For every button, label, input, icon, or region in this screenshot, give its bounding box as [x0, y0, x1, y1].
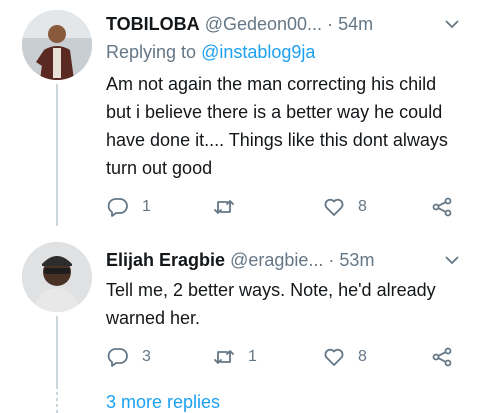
- tweet-actions: 1 8: [106, 194, 466, 220]
- retweet-count: 1: [248, 348, 257, 365]
- like-count: 8: [358, 348, 367, 365]
- thread-line: [56, 84, 58, 226]
- display-name[interactable]: TOBILOBA: [106, 14, 200, 34]
- thread-line: [56, 316, 58, 386]
- share-button[interactable]: [430, 344, 454, 370]
- replying-to-mention[interactable]: @instablog9ja: [201, 42, 315, 62]
- reply-icon: [107, 198, 128, 217]
- tweet-text: Tell me, 2 better ways. Note, he'd alrea…: [106, 280, 436, 328]
- chevron-down-icon[interactable]: [444, 16, 460, 32]
- share-icon: [432, 197, 452, 217]
- retweet-icon: [214, 200, 234, 214]
- user-handle[interactable]: @eragbie...: [230, 250, 323, 270]
- share-button[interactable]: [430, 194, 454, 220]
- separator: ·: [328, 250, 335, 270]
- replying-to: Replying to @instablog9ja: [106, 40, 315, 64]
- more-replies-link[interactable]: 3 more replies: [106, 392, 220, 413]
- reply-icon: [107, 348, 128, 367]
- reply-button[interactable]: 1: [106, 194, 151, 220]
- tweet-actions: 3 1 8: [106, 344, 466, 370]
- avatar[interactable]: [22, 10, 92, 80]
- heart-icon: [324, 348, 344, 366]
- like-button[interactable]: 8: [322, 194, 367, 220]
- thread-dotted-line: [56, 386, 58, 413]
- heart-icon: [324, 198, 344, 216]
- tweet-text: Am not again the man correcting his chil…: [106, 74, 448, 178]
- tweet[interactable]: Elijah Eragbie @eragbie... · 53m Tell me…: [0, 226, 480, 386]
- reply-count: 3: [142, 348, 151, 365]
- reply-count: 1: [142, 198, 151, 215]
- user-handle[interactable]: @Gedeon00...: [205, 14, 322, 34]
- like-button[interactable]: 8: [322, 344, 367, 370]
- timestamp[interactable]: 53m: [339, 250, 374, 270]
- display-name[interactable]: Elijah Eragbie: [106, 250, 225, 270]
- separator: ·: [327, 14, 334, 34]
- retweet-button[interactable]: 1: [212, 344, 257, 370]
- retweet-icon: [214, 350, 234, 364]
- chevron-down-icon[interactable]: [444, 252, 460, 268]
- reply-button[interactable]: 3: [106, 344, 151, 370]
- tweet-header: TOBILOBA @Gedeon00... · 54m: [106, 12, 466, 36]
- replying-to-label: Replying to: [106, 42, 197, 62]
- timestamp[interactable]: 54m: [338, 14, 373, 34]
- share-icon: [432, 347, 452, 367]
- tweet[interactable]: TOBILOBA @Gedeon00... · 54m Replying to …: [0, 0, 480, 226]
- tweet-header: Elijah Eragbie @eragbie... · 53m: [106, 248, 466, 272]
- avatar[interactable]: [22, 242, 92, 312]
- retweet-button[interactable]: [212, 194, 248, 220]
- like-count: 8: [358, 198, 367, 215]
